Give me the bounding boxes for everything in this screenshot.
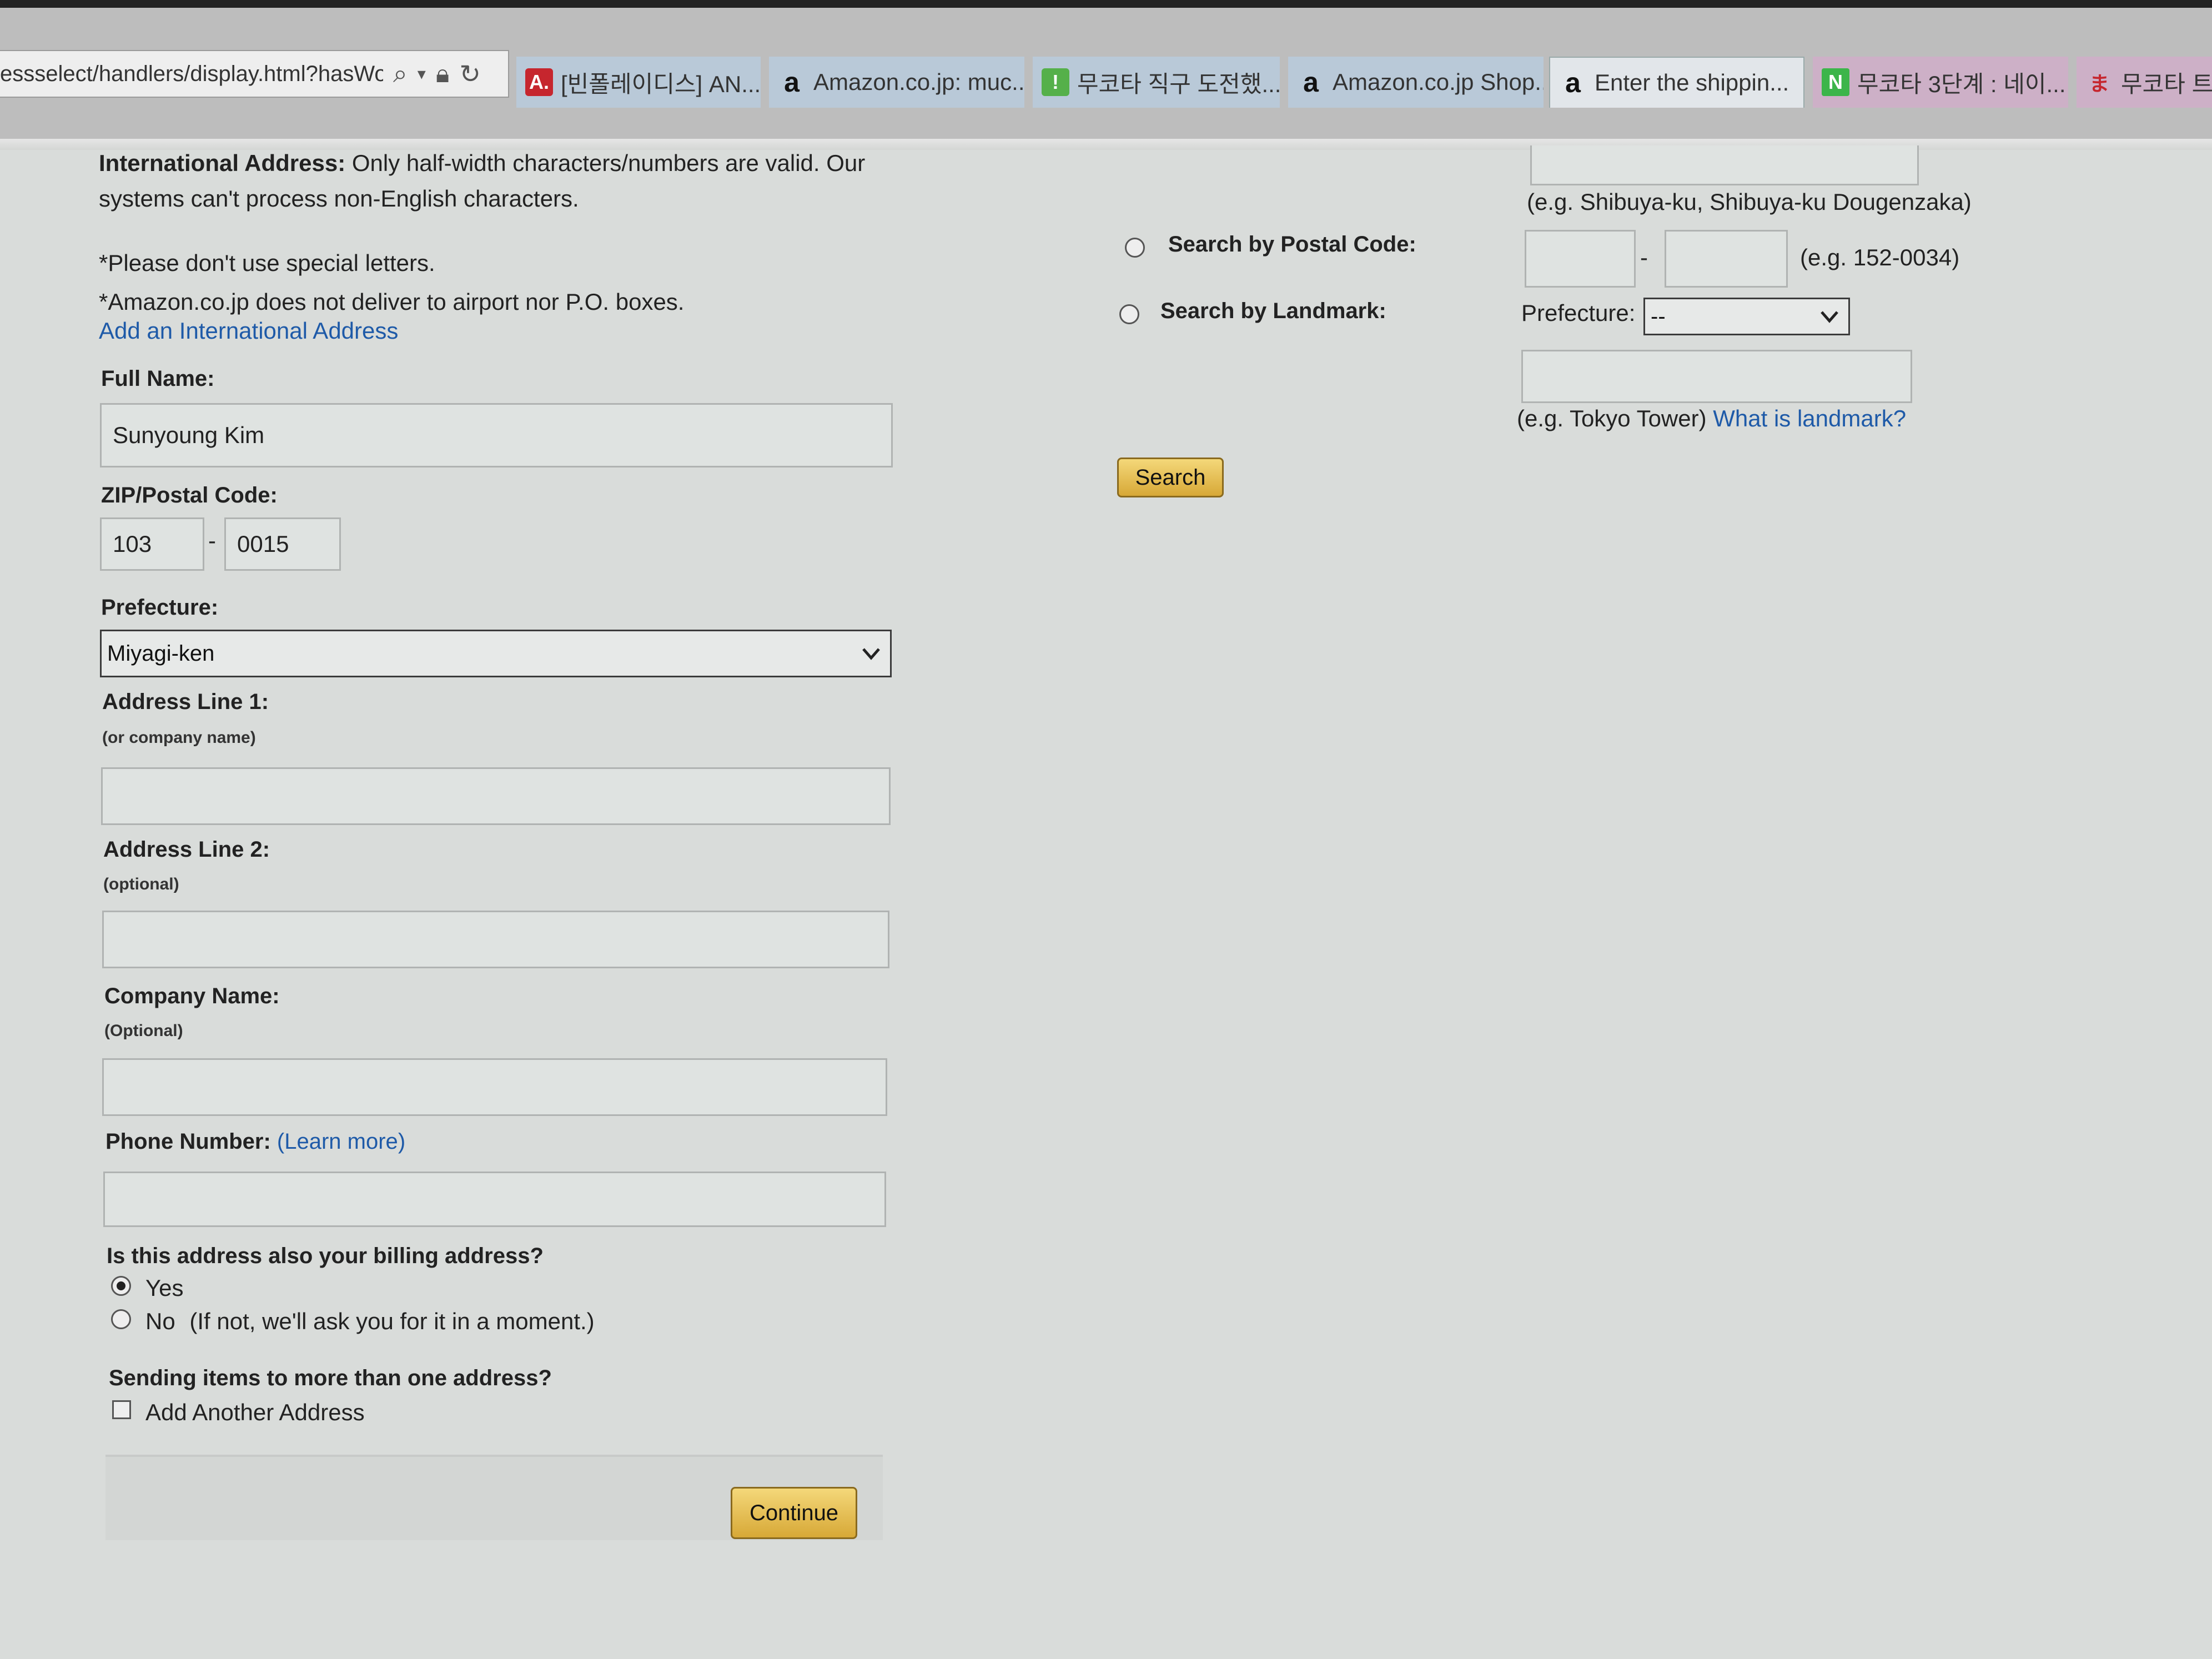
tab-label: 무코타 3단계 : 네이...	[1857, 71, 2066, 97]
prefecture-select[interactable]: Miyagi-ken	[100, 630, 892, 677]
favicon-icon: ま	[2089, 72, 2109, 95]
address-line-2-label: Address Line 2:	[103, 837, 270, 862]
zip-code-dash: -	[208, 527, 216, 554]
full-name-input[interactable]: Sunyoung Kim	[100, 403, 893, 467]
zip-code-first-value: 103	[113, 531, 152, 557]
tab-label: Amazon.co.jp: muc...	[813, 69, 1024, 95]
billing-address-question: Is this address also your billing addres…	[107, 1244, 544, 1268]
multiple-addresses-question: Sending items to more than one address?	[109, 1366, 552, 1390]
company-name-label: Company Name:	[104, 984, 280, 1008]
landmark-example-text: (e.g. Tokyo Tower)	[1517, 405, 1707, 431]
learn-more-open-paren: (	[276, 1129, 285, 1154]
tab-label: Amazon.co.jp Shop...	[1333, 69, 1544, 95]
landmark-input[interactable]	[1521, 350, 1912, 403]
add-another-address-checkbox[interactable]	[112, 1400, 131, 1419]
landmark-example-row: (e.g. Tokyo Tower) What is landmark?	[1517, 405, 1906, 432]
zip-code-second-value: 0015	[237, 531, 289, 557]
dropdown-arrow-icon[interactable]: ▾	[418, 64, 426, 84]
address-bar[interactable]: essselect/handlers/display.html?hasWorki…	[0, 50, 509, 98]
intl-address-note: International Address: Only half-width c…	[99, 150, 865, 177]
tab-label: [빈폴레이디스] AN...	[561, 71, 761, 97]
close-tab-icon[interactable]: ✕	[1800, 69, 1803, 97]
tab-amazon-2[interactable]: a Amazon.co.jp Shop...	[1288, 57, 1544, 108]
intl-address-note-line2: systems can't process non-English charac…	[99, 185, 579, 212]
zip-code-first-input[interactable]: 103	[100, 517, 204, 571]
tab-enter-shipping[interactable]: a Enter the shippin... ✕	[1549, 57, 1804, 108]
what-is-landmark-link[interactable]: What is landmark?	[1713, 405, 1906, 431]
naver-favicon-icon: N	[1822, 68, 1849, 96]
special-letters-note: *Please don't use special letters.	[99, 250, 435, 276]
favicon-icon: A.	[525, 68, 553, 96]
learn-more-link[interactable]: Learn more	[284, 1129, 398, 1154]
tab-label: Enter the shippin...	[1595, 69, 1789, 95]
company-name-input[interactable]	[102, 1058, 887, 1116]
intl-address-text: Only half-width characters/numbers are v…	[351, 150, 866, 176]
search-by-postal-label[interactable]: Search by Postal Code:	[1168, 232, 1416, 257]
search-icon[interactable]: ⌕	[393, 58, 408, 89]
landmark-prefecture-value: --	[1651, 304, 1666, 329]
amazon-favicon-icon: a	[1303, 67, 1319, 98]
search-by-postal-radio[interactable]	[1125, 238, 1145, 258]
postal-example-text: (e.g. 152-0034)	[1800, 244, 1960, 270]
address-line-2-input[interactable]	[102, 911, 889, 968]
full-name-label: Full Name:	[101, 366, 215, 391]
address-line-2-hint: (optional)	[103, 875, 179, 893]
amazon-favicon-icon: a	[784, 67, 800, 98]
billing-no-note: (If not, we'll ask you for it in a momen…	[189, 1308, 595, 1334]
zip-code-label: ZIP/Postal Code:	[101, 483, 278, 507]
full-name-value: Sunyoung Kim	[113, 422, 265, 448]
tab-mucota-2[interactable]: ま 무코타 트	[2077, 57, 2212, 108]
phone-number-label: Phone Number:	[105, 1129, 271, 1154]
lock-icon: 🔒︎	[435, 59, 450, 88]
refresh-icon[interactable]: ↻	[459, 59, 481, 89]
billing-no-radio[interactable]	[111, 1309, 131, 1329]
address-line-1-label: Address Line 1:	[102, 690, 269, 714]
address-url[interactable]: essselect/handlers/display.html?hasWorki…	[0, 62, 383, 87]
search-by-landmark-label[interactable]: Search by Landmark:	[1160, 299, 1386, 324]
add-international-address-link[interactable]: Add an International Address	[99, 318, 398, 344]
zip-code-second-input[interactable]: 0015	[224, 517, 341, 571]
add-another-address-label[interactable]: Add Another Address	[145, 1399, 365, 1426]
landmark-prefecture-label: Prefecture:	[1521, 300, 1636, 326]
window-top-edge	[0, 0, 2212, 8]
postal-first-input[interactable]	[1525, 230, 1636, 288]
billing-yes-label[interactable]: Yes	[145, 1275, 184, 1301]
tab-label: 무코타 트	[2121, 71, 2212, 97]
billing-yes-radio[interactable]	[111, 1276, 131, 1296]
billing-no-label[interactable]: No	[145, 1308, 175, 1334]
billing-no-row: No (If not, we'll ask you for it in a mo…	[145, 1308, 595, 1335]
tab-amazon-1[interactable]: a Amazon.co.jp: muc...	[769, 57, 1024, 108]
address-line-1-input[interactable]	[101, 767, 891, 825]
phone-number-label-row: Phone Number: (Learn more)	[105, 1129, 405, 1154]
airport-po-note: *Amazon.co.jp does not deliver to airpor…	[99, 289, 685, 315]
prefecture-label: Prefecture:	[101, 595, 219, 620]
area-input[interactable]	[1530, 145, 1919, 185]
chevron-down-icon	[1821, 311, 1838, 323]
tab-mucota-1[interactable]: ! 무코타 직구 도전했...	[1033, 57, 1280, 108]
postal-dash: -	[1640, 244, 1648, 270]
search-button[interactable]: Search	[1117, 458, 1224, 497]
address-line-1-hint: (or company name)	[102, 728, 256, 747]
prefecture-selected-value: Miyagi-ken	[107, 641, 215, 666]
chevron-down-icon	[862, 648, 880, 660]
continue-button[interactable]: Continue	[731, 1487, 857, 1539]
area-example-text: (e.g. Shibuya-ku, Shibuya-ku Dougenzaka)	[1527, 189, 1972, 215]
favicon-icon: !	[1042, 68, 1069, 96]
phone-number-input[interactable]	[103, 1172, 886, 1227]
postal-second-input[interactable]	[1665, 230, 1788, 288]
tab-binpole[interactable]: A. [빈폴레이디스] AN...	[516, 57, 761, 108]
search-by-landmark-radio[interactable]	[1119, 304, 1139, 324]
landmark-prefecture-select[interactable]: --	[1643, 298, 1850, 335]
learn-more-close-paren: )	[398, 1129, 406, 1154]
tab-label: 무코타 직구 도전했...	[1077, 71, 1280, 97]
intl-address-heading: International Address:	[99, 150, 346, 176]
tab-mucota-naver[interactable]: N 무코타 3단계 : 네이...	[1813, 57, 2068, 108]
company-name-hint: (Optional)	[104, 1022, 183, 1040]
amazon-favicon-icon: a	[1565, 67, 1581, 98]
